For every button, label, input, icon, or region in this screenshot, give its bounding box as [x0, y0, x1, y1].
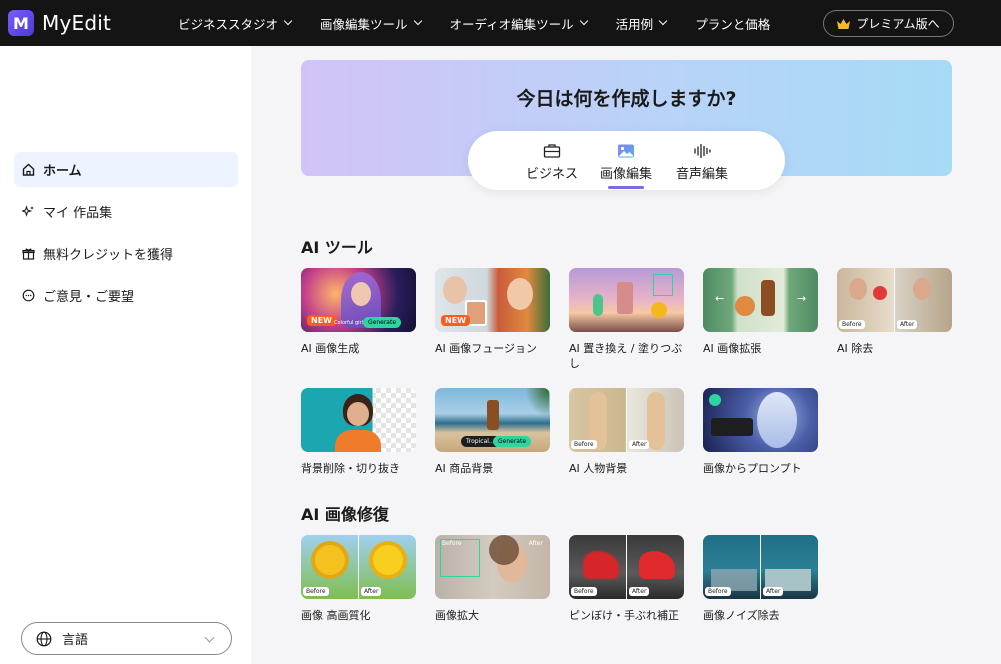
thumbnail-ai-portrait-background: Before After — [569, 388, 684, 452]
thumbnail-ai-image-expand: ← → — [703, 268, 818, 332]
main-nav: ビジネススタジオ 画像編集ツール オーディオ編集ツール 活用例 プランと価格 — [178, 0, 799, 46]
home-icon — [22, 163, 35, 176]
thumbnail-ai-image-fusion: NEW — [435, 268, 550, 332]
thumbnail-image-enlarge: Before After — [435, 535, 550, 599]
thumbnail-noise-reduction: Before After — [703, 535, 818, 599]
thumbnail-image-upscale-quality: Before After — [301, 535, 416, 599]
logo[interactable]: M MyEdit — [8, 10, 111, 36]
sidebar: ホーム マイ 作品集 無料クレジットを獲得 ご意見・ご要望 言語 — [0, 46, 251, 664]
card-image-to-prompt[interactable]: 画像からプロンプト — [703, 388, 818, 476]
thumbnail-ai-image-generation: NEW Colorful girl Generate — [301, 268, 416, 332]
sparkle-icon — [22, 205, 34, 217]
audio-wave-icon — [694, 143, 711, 159]
active-tab-indicator — [608, 186, 644, 189]
arrow-right-icon: → — [797, 292, 807, 305]
chevron-down-icon — [579, 16, 588, 26]
card-ai-image-fusion[interactable]: NEW AI 画像フュージョン — [435, 268, 550, 356]
thumbnail-background-removal — [301, 388, 416, 452]
nav-image-tools[interactable]: 画像編集ツール — [320, 14, 422, 33]
thumbnail-ai-product-background: Tropical... Generate — [435, 388, 550, 452]
myedit-logo-icon: M — [8, 10, 34, 36]
image-icon — [618, 144, 634, 158]
chevron-down-icon — [204, 632, 215, 643]
card-ai-replace-fill[interactable]: AI 置き換え / 塗りつぶし — [569, 268, 684, 371]
card-image-enlarge[interactable]: Before After 画像拡大 — [435, 535, 550, 623]
chevron-down-icon — [658, 16, 668, 26]
logo-text: MyEdit — [42, 11, 112, 35]
sidebar-item-my-works[interactable]: マイ 作品集 — [14, 194, 238, 229]
language-selector[interactable]: 言語 — [21, 622, 232, 655]
nav-audio-tools[interactable]: オーディオ編集ツール — [450, 14, 588, 33]
new-badge: NEW — [441, 315, 470, 326]
chevron-down-icon — [283, 16, 293, 26]
section-title-ai-tools: AI ツール — [301, 238, 373, 257]
tab-business[interactable]: ビジネス — [512, 143, 592, 182]
globe-icon — [36, 631, 52, 646]
nav-pricing[interactable]: プランと価格 — [695, 14, 770, 33]
hero-title: 今日は何を作成しますか? — [516, 88, 737, 110]
sidebar-item-home[interactable]: ホーム — [14, 152, 238, 187]
card-noise-reduction[interactable]: Before After 画像ノイズ除去 — [703, 535, 818, 623]
chevron-down-icon — [413, 16, 422, 26]
thumbnail-ai-replace-fill — [569, 268, 684, 332]
feedback-icon — [22, 289, 35, 302]
card-ai-image-expand[interactable]: ← → AI 画像拡張 — [703, 268, 818, 356]
card-ai-product-background[interactable]: Tropical... Generate AI 商品背景 — [435, 388, 550, 476]
card-deblur[interactable]: Before After ピンぼけ・手ぶれ補正 — [569, 535, 684, 623]
premium-upgrade-button[interactable]: プレミアム版へ — [823, 10, 954, 37]
card-ai-remove[interactable]: Before After AI 除去 — [837, 268, 952, 356]
tab-audio-editing[interactable]: 音声編集 — [662, 143, 742, 182]
briefcase-icon — [543, 144, 561, 158]
arrow-left-icon: ← — [715, 292, 725, 305]
sidebar-item-feedback[interactable]: ご意見・ご要望 — [14, 278, 238, 313]
gift-icon — [22, 248, 35, 260]
thumbnail-ai-remove: Before After — [837, 268, 952, 332]
tab-image-editing[interactable]: 画像編集 — [586, 143, 666, 182]
nav-business-studio[interactable]: ビジネススタジオ — [178, 14, 293, 33]
thumbnail-image-to-prompt — [703, 388, 818, 452]
thumbnail-deblur: Before After — [569, 535, 684, 599]
card-background-removal[interactable]: 背景削除・切り抜き — [301, 388, 416, 476]
section-title-ai-restoration: AI 画像修復 — [301, 505, 389, 524]
crown-icon — [837, 18, 851, 29]
nav-use-cases[interactable]: 活用例 — [616, 14, 668, 33]
card-image-upscale-quality[interactable]: Before After 画像 高画質化 — [301, 535, 416, 623]
card-ai-image-generation[interactable]: NEW Colorful girl Generate AI 画像生成 — [301, 268, 416, 356]
top-navigation-bar: M MyEdit ビジネススタジオ 画像編集ツール オーディオ編集ツール 活用例… — [0, 0, 1001, 46]
card-ai-portrait-background[interactable]: Before After AI 人物背景 — [569, 388, 684, 476]
category-tabs: ビジネス 画像編集 音声編集 — [468, 131, 785, 190]
sidebar-item-free-credits[interactable]: 無料クレジットを獲得 — [14, 236, 238, 271]
